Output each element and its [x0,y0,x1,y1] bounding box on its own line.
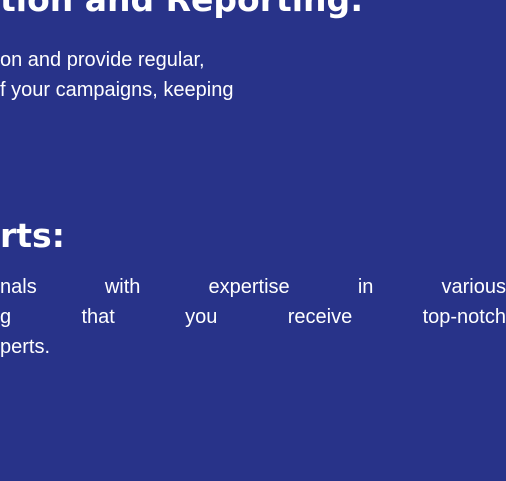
section-heading-monitoring: tion and Reporting: [0,0,363,16]
word: receive [287,306,353,328]
word: g [0,306,12,328]
paragraph-line: perts. [0,336,51,358]
paragraph-line: f your campaigns, keeping [0,79,234,101]
word: you [185,306,218,328]
paragraph-line: g that you receive top-notch [0,302,506,332]
section-paragraph-monitoring: on and provide regular, f your campaigns… [0,45,233,105]
word: expertise [208,276,290,298]
word: that [81,306,115,328]
section-heading-experts: rts: [0,216,65,255]
word: nals [0,276,37,298]
paragraph-line: on and provide regular, [0,49,205,71]
word: in [357,276,374,298]
section-paragraph-experts: nals with expertise in various g that yo… [0,272,506,362]
word: top-notch [422,306,506,328]
word: various [441,276,506,298]
paragraph-line: nals with expertise in various [0,272,506,302]
word: with [104,276,141,298]
